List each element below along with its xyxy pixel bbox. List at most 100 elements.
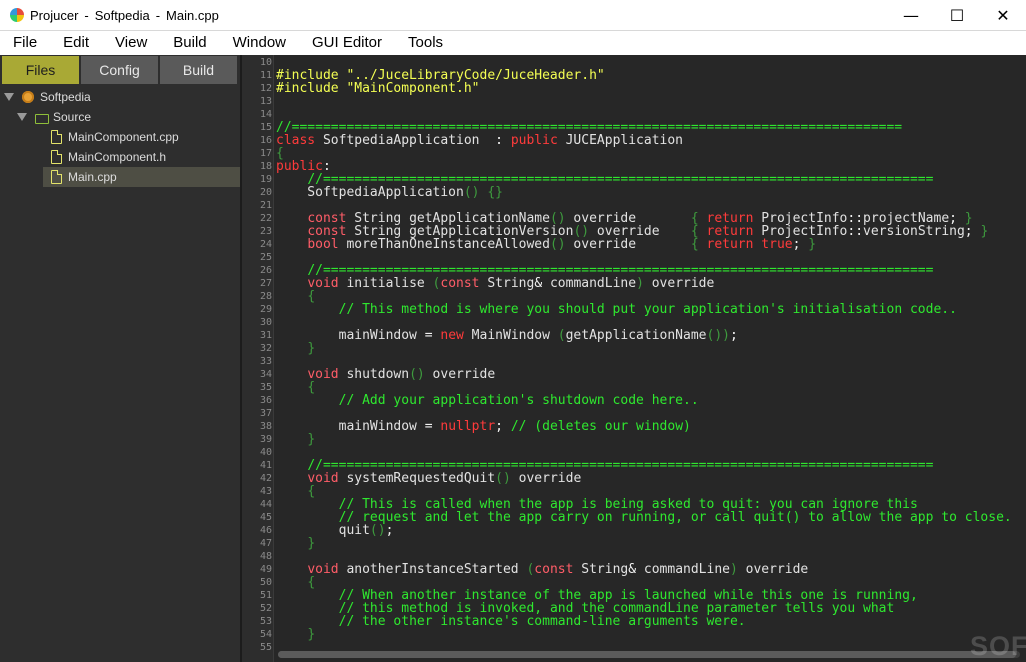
code-line[interactable]: 32 }: [242, 342, 1026, 355]
menu-tools[interactable]: Tools: [395, 31, 456, 55]
menu-gui-editor[interactable]: GUI Editor: [299, 31, 395, 55]
code-text: // Add your application's shutdown code …: [276, 394, 699, 407]
code-token: override: [510, 471, 582, 486]
code-line[interactable]: 39 }: [242, 433, 1026, 446]
code-token: initialise: [338, 276, 433, 291]
menu-view[interactable]: View: [102, 31, 160, 55]
code-line[interactable]: 34 void shutdown() override: [242, 368, 1026, 381]
code-line[interactable]: 47 }: [242, 537, 1026, 550]
code-line[interactable]: 36 // Add your application's shutdown co…: [242, 394, 1026, 407]
code-token: nullptr: [440, 419, 496, 434]
line-number: 12: [259, 83, 272, 94]
line-number: 34: [259, 369, 272, 380]
project-icon: [22, 91, 34, 103]
file-icon: [51, 130, 62, 144]
file-tree: Softpedia Source MainComponent.cpp MainC…: [0, 87, 240, 187]
code-token: String: [573, 562, 629, 577]
code-token: }: [307, 536, 316, 551]
code-token: anotherInstanceStarted: [338, 562, 527, 577]
tree-item-label: MainComponent.h: [68, 150, 167, 164]
tree-item-file[interactable]: MainComponent.h: [0, 147, 240, 167]
title-app-name: Projucer: [30, 7, 79, 23]
code-text: }: [276, 537, 315, 550]
code-line[interactable]: 38 mainWindow = nullptr; // (deletes our…: [242, 420, 1026, 433]
line-number: 38: [259, 421, 272, 432]
line-number: 39: [259, 434, 272, 445]
code-line[interactable]: 49 void anotherInstanceStarted (const St…: [242, 563, 1026, 576]
code-token: true: [761, 237, 793, 252]
code-token: override: [737, 562, 809, 577]
code-token: SoftpediaApplication: [276, 185, 464, 200]
code-token: const: [534, 562, 574, 577]
minimize-button[interactable]: —: [888, 0, 934, 31]
file-icon: [51, 150, 62, 164]
code-line[interactable]: 24 bool moreThanOneInstanceAllowed() ove…: [242, 238, 1026, 251]
menu-file[interactable]: File: [0, 31, 50, 55]
code-token: // Add your application's shutdown code …: [338, 393, 699, 408]
code-token: systemRequestedQuit: [338, 471, 496, 486]
code-line[interactable]: 31 mainWindow = new MainWindow (getAppli…: [242, 329, 1026, 342]
horizontal-scrollbar[interactable]: [278, 651, 1020, 658]
line-number: 32: [259, 343, 272, 354]
line-number: 40: [259, 447, 272, 458]
code-line[interactable]: 53 // the other instance's command-line …: [242, 615, 1026, 628]
code-text: mainWindow = new MainWindow (getApplicat…: [276, 329, 738, 342]
scrollbar-thumb[interactable]: [278, 651, 1016, 658]
line-number: 25: [259, 252, 272, 263]
maximize-button[interactable]: ☐: [934, 0, 980, 31]
code-line[interactable]: 27 void initialise (const String& comman…: [242, 277, 1026, 290]
line-number: 22: [259, 213, 272, 224]
line-number: 44: [259, 499, 272, 510]
menu-build[interactable]: Build: [160, 31, 219, 55]
code-token: }: [307, 341, 316, 356]
code-token: &: [534, 276, 543, 291]
code-token: ): [729, 562, 738, 577]
code-line[interactable]: 20 SoftpediaApplication() {}: [242, 186, 1026, 199]
code-token: (): [495, 471, 511, 486]
tab-config[interactable]: Config: [81, 56, 158, 84]
code-text: #include "MainComponent.h": [276, 82, 480, 95]
close-button[interactable]: ✕: [980, 0, 1026, 31]
title-project-name: Softpedia: [94, 7, 150, 23]
code-line[interactable]: 54 }: [242, 628, 1026, 641]
code-line[interactable]: 42 void systemRequestedQuit() override: [242, 472, 1026, 485]
line-number: 45: [259, 512, 272, 523]
line-number: 14: [259, 109, 272, 120]
code-line[interactable]: 17{: [242, 147, 1026, 160]
line-number: 24: [259, 239, 272, 250]
expand-arrow-icon[interactable]: [4, 93, 14, 101]
tree-item-source-folder[interactable]: Source: [0, 107, 240, 127]
line-number: 37: [259, 408, 272, 419]
code-line[interactable]: 13: [242, 95, 1026, 108]
close-icon: ✕: [996, 6, 1010, 25]
code-text: // the other instance's command-line arg…: [276, 615, 746, 628]
code-editor[interactable]: 10 11 #include "../JuceLibraryCode/JuceHea…: [242, 55, 1026, 662]
tab-build[interactable]: Build: [160, 56, 237, 84]
tab-files[interactable]: Files: [2, 56, 79, 84]
code-text: // This method is where you should put y…: [276, 303, 957, 316]
expand-arrow-icon[interactable]: [17, 113, 27, 121]
code-text: mainWindow = nullptr; // (deletes our wi…: [276, 420, 691, 433]
code-token: override: [565, 237, 691, 252]
menu-window[interactable]: Window: [220, 31, 299, 55]
line-number: 28: [259, 291, 272, 302]
code-token: const: [440, 276, 480, 291]
tree-item-label: Main.cpp: [68, 170, 117, 184]
code-token: ()): [706, 328, 730, 343]
menu-edit[interactable]: Edit: [50, 31, 102, 55]
line-number: 16: [259, 135, 272, 146]
code-line[interactable]: 29 // This method is where you should pu…: [242, 303, 1026, 316]
line-number: 35: [259, 382, 272, 393]
code-line[interactable]: 12 #include "MainComponent.h": [242, 82, 1026, 95]
tree-item-file-selected[interactable]: Main.cpp: [43, 167, 240, 187]
line-number: 33: [259, 356, 272, 367]
tree-item-file[interactable]: MainComponent.cpp: [0, 127, 240, 147]
code-line[interactable]: 16 class SoftpediaApplication : public JU…: [242, 134, 1026, 147]
tree-item-project[interactable]: Softpedia: [0, 87, 240, 107]
tree-item-label: Source: [53, 110, 92, 124]
code-line[interactable]: 46 quit();: [242, 524, 1026, 537]
code-token: MainWindow: [463, 328, 558, 343]
